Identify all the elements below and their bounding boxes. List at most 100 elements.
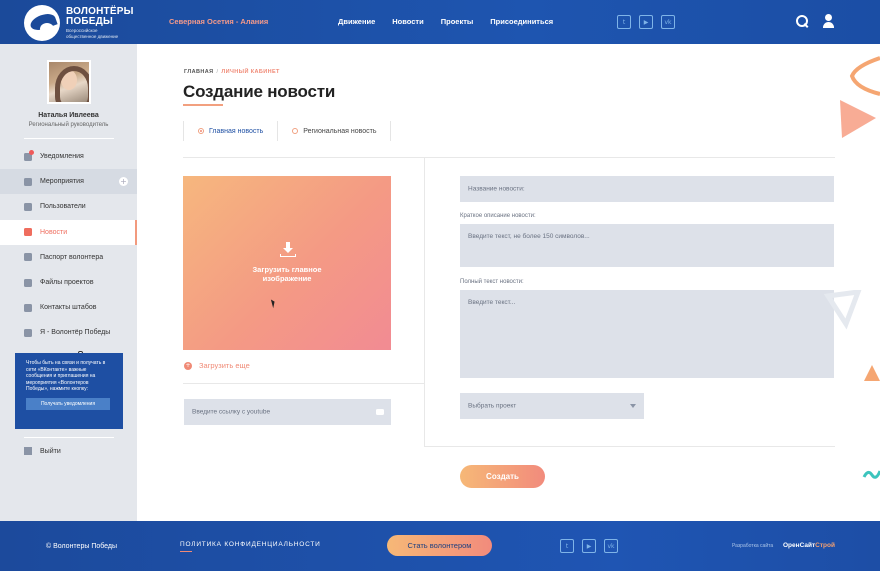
divider [424, 157, 425, 447]
full-text-label: Полный текст новости: [460, 279, 524, 285]
upload-more-label: Загрузить еще [199, 361, 250, 370]
sidebar-item-label: Контакты штабов [40, 304, 97, 312]
decorative-triangle-outline [824, 290, 862, 330]
logout-link[interactable]: Выйти [24, 447, 61, 455]
user-icon[interactable] [822, 14, 836, 28]
notification-badge [29, 150, 34, 155]
contacts-icon [24, 303, 32, 312]
divider [183, 157, 835, 158]
sidebar-item-label: Мероприятия [40, 178, 84, 186]
sidebar-item-notifications[interactable]: Уведомления [0, 144, 137, 169]
sidebar-item-contacts[interactable]: Контакты штабов [0, 295, 137, 320]
sidebar-item-files[interactable]: Файлы проектов [0, 270, 137, 295]
radio-main-news[interactable]: Главная новость [184, 121, 279, 141]
short-desc-placeholder: Введите текст, не более 150 символов... [468, 233, 590, 240]
create-button[interactable]: Создать [460, 465, 545, 488]
get-notifications-button[interactable]: Получать уведомления [26, 397, 110, 410]
sidebar-menu: Уведомления Мероприятия + Пользователи Н… [0, 144, 137, 361]
passport-icon [24, 253, 32, 262]
upload-more-link[interactable]: + Загрузить еще [184, 361, 250, 370]
divider [183, 383, 424, 384]
policy-underline [180, 551, 192, 552]
vk-promo-box: Чтобы быть на связи и получать в сети «В… [15, 353, 123, 429]
logo[interactable]: ВОЛОНТЁРЫ ПОБЕДЫ Всероссийское обществен… [24, 5, 134, 41]
news-title-input[interactable]: Название новости: [460, 176, 834, 202]
twitter-icon[interactable]: t [560, 539, 574, 553]
youtube-icon[interactable]: ▶ [582, 539, 596, 553]
sidebar-item-news[interactable]: Новости [0, 219, 137, 245]
divider [424, 446, 835, 447]
main-image-upload[interactable]: Загрузить главное изображение [183, 176, 391, 350]
developer-label: Разработка сайта [732, 543, 774, 549]
breadcrumb: ГЛАВНАЯ / ЛИЧНЫЙ КАБИНЕТ [184, 69, 280, 75]
short-desc-textarea[interactable]: Введите текст, не более 150 символов... [460, 224, 834, 267]
youtube-placeholder: Введите ссылку с youtube [192, 408, 271, 416]
logo-subtitle-1: Всероссийское [66, 28, 98, 33]
logout-icon [24, 447, 32, 455]
nav-join[interactable]: Присоединиться [490, 17, 553, 26]
full-text-placeholder: Введите текст... [468, 299, 516, 306]
logout-label: Выйти [40, 447, 61, 455]
calendar-icon [24, 177, 32, 186]
breadcrumb-separator: / [216, 69, 219, 75]
divider [24, 138, 114, 139]
upload-label: Загрузить главное изображение [252, 265, 322, 283]
region-selector[interactable]: Северная Осетия - Алания [169, 17, 268, 26]
files-icon [24, 278, 32, 287]
full-text-textarea[interactable]: Введите текст... [460, 290, 834, 378]
developer-brand[interactable]: ОренСайтСтрой [783, 542, 835, 549]
copyright: © Волонтеры Победы [46, 543, 118, 550]
title-underline [183, 104, 223, 106]
sidebar-item-label: Пользователи [40, 203, 86, 211]
project-select-value: Выбрать проект [468, 402, 517, 410]
vk-icon[interactable]: vk [604, 539, 618, 553]
vk-icon[interactable]: vk [661, 15, 675, 29]
plus-icon: + [184, 361, 192, 370]
nav-projects[interactable]: Проекты [441, 17, 474, 26]
decorative-triangle-small [864, 365, 880, 381]
logo-title-2: ПОБЕДЫ [66, 16, 113, 27]
header-socials: t ▶ vk [617, 15, 675, 29]
page-title: Создание новости [183, 82, 336, 101]
sidebar-item-passport[interactable]: Паспорт волонтера [0, 245, 137, 270]
flag-icon [24, 328, 32, 337]
sidebar-item-label: Уведомления [40, 153, 84, 161]
youtube-icon[interactable]: ▶ [639, 15, 653, 29]
radio-circle [292, 128, 299, 134]
avatar[interactable] [47, 60, 91, 104]
radio-label: Главная новость [209, 127, 264, 135]
twitter-icon[interactable]: t [617, 15, 631, 29]
download-tray-icon [280, 254, 296, 257]
divider [24, 437, 114, 438]
user-name: Наталья Ивлеева [38, 112, 99, 119]
user-role: Региональный руководитель [28, 122, 109, 128]
radio-regional-news[interactable]: Региональная новость [278, 121, 392, 141]
search-icon[interactable] [795, 14, 809, 28]
become-volunteer-button[interactable]: Стать волонтером [387, 535, 492, 556]
logo-bird-icon [24, 5, 60, 41]
sidebar-item-volunteer[interactable]: Я - Волонтёр Победы [0, 320, 137, 345]
chevron-down-icon [630, 404, 636, 408]
news-type-radio-group: Главная новость Региональная новость [183, 121, 392, 141]
decorative-triangle [840, 100, 876, 138]
main-nav: Движение Новости Проекты Присоединиться [338, 17, 553, 26]
privacy-policy-link[interactable]: ПОЛИТИКА КОНФИДЕНЦИАЛЬНОСТИ [180, 541, 321, 548]
youtube-input[interactable]: Введите ссылку с youtube [184, 399, 391, 425]
radio-label: Региональная новость [303, 127, 377, 135]
users-icon [24, 202, 32, 211]
sidebar-item-label: Паспорт волонтера [40, 253, 104, 261]
sidebar: Наталья Ивлеева Региональный руководител… [0, 44, 137, 521]
sidebar-item-events[interactable]: Мероприятия + [0, 169, 137, 361]
project-select[interactable]: Выбрать проект [460, 393, 644, 419]
sidebar-item-users[interactable]: Пользователи [0, 194, 137, 219]
news-icon [24, 228, 32, 237]
breadcrumb-current[interactable]: ЛИЧНЫЙ КАБИНЕТ [221, 69, 279, 75]
developer-brand-2: Строй [815, 542, 835, 549]
radio-circle [198, 128, 204, 134]
breadcrumb-home[interactable]: ГЛАВНАЯ [184, 69, 213, 75]
nav-movement[interactable]: Движение [338, 17, 375, 26]
sidebar-item-label: Файлы проектов [40, 279, 94, 287]
developer-brand-1: ОренСайт [783, 542, 816, 549]
nav-news[interactable]: Новости [392, 17, 423, 26]
add-event-icon[interactable]: + [119, 177, 128, 187]
